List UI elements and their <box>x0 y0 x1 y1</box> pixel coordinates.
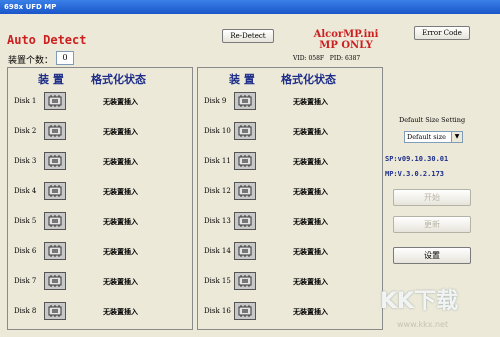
status-header-right: 格式化状态 <box>281 73 336 86</box>
device-header-left: 装 置 <box>38 73 64 86</box>
disk-row: Disk 15 无装置插入 <box>199 269 379 299</box>
disk-label: Disk 8 <box>14 307 37 315</box>
disk-row: Disk 16 无装置插入 <box>199 299 379 329</box>
usb-chip-icon <box>44 272 66 290</box>
vid-pid-label: VID: 058F PID: 6387 <box>293 55 360 62</box>
disk-status: 无装置插入 <box>293 128 328 136</box>
disk-status: 无装置插入 <box>103 308 138 316</box>
disk-label: Disk 9 <box>204 97 227 105</box>
disk-label: Disk 15 <box>204 277 231 285</box>
disk-row: Disk 4 无装置插入 <box>9 179 189 209</box>
disk-row: Disk 8 无装置插入 <box>9 299 189 329</box>
redetect-button[interactable]: Re-Detect <box>222 29 274 43</box>
disk-label: Disk 16 <box>204 307 231 315</box>
disk-label: Disk 5 <box>14 217 37 225</box>
disk-status: 无装置插入 <box>293 278 328 286</box>
usb-chip-icon <box>44 242 66 260</box>
disk-label: Disk 10 <box>204 127 231 135</box>
disk-label: Disk 7 <box>14 277 37 285</box>
mp-version: MP:V.3.0.2.173 <box>385 170 445 178</box>
disk-status: 无装置插入 <box>293 248 328 256</box>
ini-label: AlcorMP.ini MP ONLY <box>298 29 394 51</box>
disk-status: 无装置插入 <box>293 188 328 196</box>
device-count-field: 0 <box>56 51 74 65</box>
disk-status: 无装置插入 <box>103 218 138 226</box>
default-size-value: Default size <box>407 133 446 141</box>
disk-label: Disk 4 <box>14 187 37 195</box>
disk-row: Disk 11 无装置插入 <box>199 149 379 179</box>
usb-chip-icon <box>44 152 66 170</box>
auto-detect-label: Auto Detect <box>7 33 87 47</box>
default-size-select[interactable]: Default size ▼ <box>404 131 463 143</box>
usb-chip-icon <box>234 272 256 290</box>
usb-chip-icon <box>234 302 256 320</box>
usb-chip-icon <box>234 122 256 140</box>
disk-label: Disk 13 <box>204 217 231 225</box>
disk-status: 无装置插入 <box>293 98 328 106</box>
disk-status: 无装置插入 <box>103 248 138 256</box>
title-bar[interactable]: 698x UFD MP <box>0 0 500 14</box>
disk-label: Disk 1 <box>14 97 37 105</box>
usb-chip-icon <box>234 152 256 170</box>
disk-status: 无装置插入 <box>103 98 138 106</box>
sp-version: SP:v09.10.30.01 <box>385 155 449 163</box>
status-header-left: 格式化状态 <box>91 73 146 86</box>
usb-chip-icon <box>44 182 66 200</box>
watermark-logo: KK下载 <box>380 289 459 314</box>
disk-status: 无装置插入 <box>103 188 138 196</box>
usb-chip-icon <box>44 92 66 110</box>
disk-row: Disk 1 无装置插入 <box>9 89 189 119</box>
disk-row: Disk 12 无装置插入 <box>199 179 379 209</box>
disk-row: Disk 9 无装置插入 <box>199 89 379 119</box>
disk-label: Disk 6 <box>14 247 37 255</box>
usb-chip-icon <box>44 212 66 230</box>
usb-chip-icon <box>44 302 66 320</box>
usb-chip-icon <box>234 182 256 200</box>
vid-value: VID: 058F <box>293 55 325 62</box>
ini-filename: AlcorMP.ini <box>313 29 379 40</box>
disk-status: 无装置插入 <box>103 158 138 166</box>
disk-row: Disk 10 无装置插入 <box>199 119 379 149</box>
setup-button[interactable]: 设置 <box>393 247 471 264</box>
error-code-button[interactable]: Error Code <box>414 26 470 40</box>
disk-label: Disk 2 <box>14 127 37 135</box>
disk-row: Disk 6 无装置插入 <box>9 239 189 269</box>
disk-row: Disk 3 无装置插入 <box>9 149 189 179</box>
device-count-label: 装置个数： <box>8 56 54 66</box>
start-button[interactable]: 开始 <box>393 189 471 206</box>
update-button[interactable]: 更新 <box>393 216 471 233</box>
usb-chip-icon <box>234 242 256 260</box>
default-size-label: Default Size Setting <box>399 116 466 124</box>
pid-value: PID: 6387 <box>329 55 361 62</box>
disk-label: Disk 11 <box>204 157 231 165</box>
disk-row: Disk 5 无装置插入 <box>9 209 189 239</box>
disk-label: Disk 14 <box>204 247 231 255</box>
disk-row: Disk 7 无装置插入 <box>9 269 189 299</box>
usb-chip-icon <box>44 122 66 140</box>
watermark-url: www.kkx.net <box>397 320 449 329</box>
disk-status: 无装置插入 <box>103 278 138 286</box>
disk-row: Disk 14 无装置插入 <box>199 239 379 269</box>
disk-status: 无装置插入 <box>293 158 328 166</box>
disk-row: Disk 13 无装置插入 <box>199 209 379 239</box>
disk-status: 无装置插入 <box>103 128 138 136</box>
dropdown-arrow-icon[interactable]: ▼ <box>451 132 462 142</box>
disk-row: Disk 2 无装置插入 <box>9 119 189 149</box>
disk-label: Disk 3 <box>14 157 37 165</box>
disk-status: 无装置插入 <box>293 218 328 226</box>
disk-label: Disk 12 <box>204 187 231 195</box>
window-title: 698x UFD MP <box>4 3 57 11</box>
usb-chip-icon <box>234 212 256 230</box>
device-header-right: 装 置 <box>229 73 255 86</box>
disk-status: 无装置插入 <box>293 308 328 316</box>
usb-chip-icon <box>234 92 256 110</box>
ini-mode: MP ONLY <box>319 40 373 51</box>
